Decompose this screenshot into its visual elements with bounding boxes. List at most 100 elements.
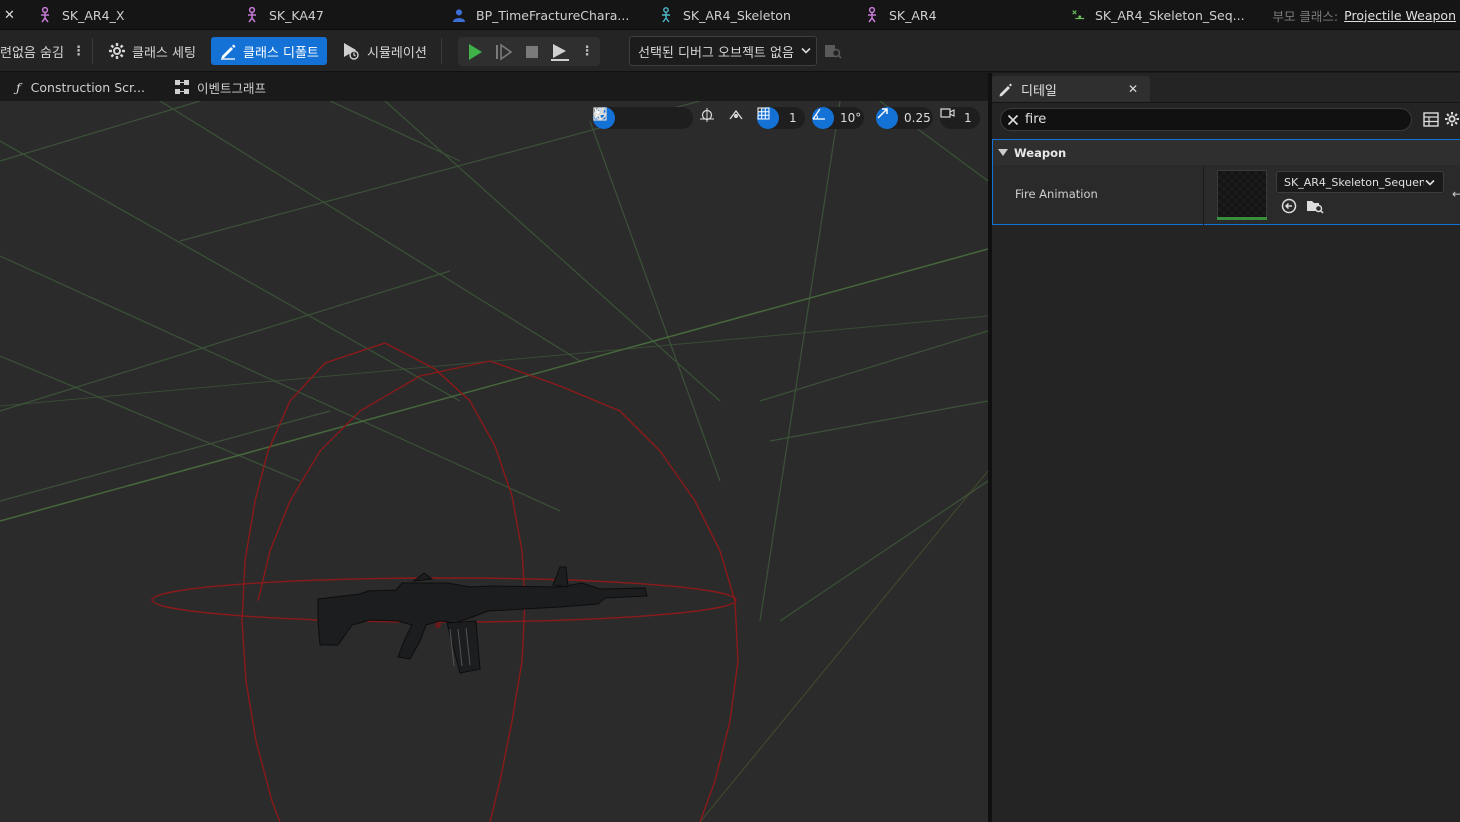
tab-sk-ar4-skeleton[interactable]: SK_AR4_Skeleton xyxy=(659,0,839,30)
eject-icon[interactable] xyxy=(546,37,574,66)
simulation-button[interactable]: 시뮬레이션 xyxy=(341,37,427,65)
editor-tab-strip: ƒ Construction Scr... 이벤트그래프 xyxy=(0,73,988,101)
debug-object-value: 선택된 디버그 오브젝트 없음 xyxy=(638,45,794,61)
settings-gear-icon[interactable] xyxy=(1444,111,1460,131)
collapse-arrow-icon xyxy=(998,148,1008,157)
play-icon[interactable] xyxy=(461,37,489,66)
camera-speed-control[interactable]: 1 xyxy=(940,107,980,129)
chevron-down-icon xyxy=(801,47,811,55)
edit-pencil-icon xyxy=(219,42,237,60)
gear-icon xyxy=(108,42,126,60)
close-icon[interactable]: ✕ xyxy=(1128,82,1138,96)
parent-class-label: 부모 클래스: xyxy=(1272,8,1339,24)
toolbar-divider xyxy=(92,38,93,64)
table-view-icon[interactable] xyxy=(1423,112,1439,131)
play-controls: ⋮ xyxy=(458,37,600,66)
tab-sk-ka47[interactable]: SK_KA47 xyxy=(245,0,425,30)
grid-snap-icon xyxy=(757,107,779,129)
tab-label: Construction Scr... xyxy=(30,79,145,95)
asset-picker-value: SK_AR4_Skeleton_Sequence xyxy=(1284,175,1424,189)
anim-sequence-icon xyxy=(1071,7,1085,23)
character-blueprint-icon xyxy=(452,7,466,23)
details-tab-label: 디테일 xyxy=(1021,83,1057,99)
toolbar-divider xyxy=(441,38,442,64)
chevron-down-icon xyxy=(1425,179,1435,187)
grid-snap-value: 1 xyxy=(789,111,797,125)
class-defaults-label: 클래스 디폴트 xyxy=(243,45,319,61)
step-icon[interactable] xyxy=(490,37,518,66)
property-row-fire-animation: Fire Animation SK_AR4_Skeleton_Sequence … xyxy=(992,165,1460,225)
scale-snap-value: 0.25 xyxy=(904,111,931,125)
simulation-icon xyxy=(341,41,361,61)
camera-icon xyxy=(940,107,962,129)
skeletal-mesh-icon xyxy=(38,7,52,23)
main-toolbar: 련없음 숨김 ⋮ 클래스 세팅 클래스 디폴트 시뮬레이션 ⋮ 선택된 디버그 … xyxy=(0,30,1460,72)
use-selected-asset-icon[interactable] xyxy=(1281,198,1297,218)
browse-asset-icon[interactable] xyxy=(1306,198,1324,218)
tab-label: SK_KA47 xyxy=(269,7,324,23)
tab-label: 이벤트그래프 xyxy=(197,80,267,96)
more-options-icon[interactable]: ⋮ xyxy=(72,44,85,59)
surface-snap-toggle[interactable] xyxy=(728,107,750,129)
tab-details[interactable]: 디테일 ✕ xyxy=(992,76,1150,102)
scale-icon[interactable] xyxy=(593,107,681,129)
category-header-weapon[interactable]: Weapon xyxy=(992,139,1460,165)
asset-type-color-bar xyxy=(1217,217,1267,220)
close-tab-icon[interactable]: ✕ xyxy=(4,0,18,30)
move-icon[interactable] xyxy=(593,107,637,129)
tab-sk-ar4-skeleton-sequence[interactable]: SK_AR4_Skeleton_Seq... xyxy=(1071,0,1251,30)
reset-arrow-icon[interactable]: ← xyxy=(1452,187,1460,201)
property-name: Fire Animation xyxy=(1015,187,1098,201)
event-graph-icon xyxy=(175,80,189,94)
document-tab-bar: ✕ SK_AR4_X SK_KA47 BP_TimeFractureChara.… xyxy=(0,0,1460,30)
hide-unrelated-button[interactable]: 련없음 숨김 ⋮ xyxy=(0,37,85,65)
viewport-scene xyxy=(0,101,988,822)
hide-unrelated-label: 련없음 숨김 xyxy=(0,45,64,61)
clear-search-icon[interactable] xyxy=(1007,114,1019,126)
search-input[interactable] xyxy=(1025,112,1395,127)
category-label: Weapon xyxy=(1014,145,1067,160)
class-settings-label: 클래스 세팅 xyxy=(132,45,196,61)
camera-speed-value: 1 xyxy=(964,111,972,125)
tab-event-graph[interactable]: 이벤트그래프 xyxy=(175,73,266,101)
asset-picker-combo[interactable]: SK_AR4_Skeleton_Sequence xyxy=(1276,171,1444,193)
class-settings-button[interactable]: 클래스 세팅 xyxy=(108,37,196,65)
tab-label: BP_TimeFractureChara... xyxy=(476,7,630,23)
tab-sk-ar4[interactable]: SK_AR4 xyxy=(865,0,1045,30)
tab-label: SK_AR4_Skeleton xyxy=(683,7,791,23)
tab-underline xyxy=(992,102,1460,103)
world-local-toggle[interactable] xyxy=(699,107,721,129)
skeleton-icon xyxy=(659,7,673,23)
details-panel: 디테일 ✕ Weapon Fire Animation SK_AR4_Skele… xyxy=(992,73,1460,822)
tab-sk-ar4-x[interactable]: SK_AR4_X xyxy=(38,0,218,30)
parent-class: 부모 클래스: Projectile Weapon xyxy=(1272,0,1456,30)
surface-snapping-icon xyxy=(728,107,750,129)
debug-filter-icon[interactable] xyxy=(824,37,842,65)
skeletal-mesh-icon xyxy=(245,7,259,23)
scale-snap-control[interactable]: 0.25 xyxy=(876,107,933,129)
details-pencil-icon xyxy=(998,82,1013,97)
transform-tools xyxy=(593,107,693,129)
play-options-icon[interactable]: ⋮ xyxy=(574,37,600,66)
coordinate-space-icon xyxy=(699,107,721,129)
class-defaults-button[interactable]: 클래스 디폴트 xyxy=(211,37,327,65)
scale-snap-icon xyxy=(876,107,898,129)
rotation-snap-value: 10° xyxy=(840,111,862,125)
rotation-snap-control[interactable]: 10° xyxy=(812,107,864,129)
rotation-snap-icon xyxy=(812,107,834,129)
skeletal-mesh-icon xyxy=(865,7,879,23)
tab-bp-timefracture-character[interactable]: BP_TimeFractureChara... xyxy=(452,0,632,30)
tab-construction-script[interactable]: ƒ Construction Scr... xyxy=(16,73,145,101)
simulation-label: 시뮬레이션 xyxy=(367,45,427,61)
property-column-divider[interactable] xyxy=(1203,165,1204,225)
grid-snap-control[interactable]: 1 xyxy=(757,107,805,129)
rotate-icon[interactable] xyxy=(594,107,659,129)
debug-object-select[interactable]: 선택된 디버그 오브젝트 없음 xyxy=(629,36,817,66)
function-icon: ƒ xyxy=(16,79,21,95)
viewport[interactable]: 1 10° 0.25 1 xyxy=(0,101,988,822)
parent-class-link[interactable]: Projectile Weapon xyxy=(1344,8,1456,23)
asset-thumbnail[interactable] xyxy=(1217,170,1267,220)
tab-label: SK_AR4 xyxy=(889,7,937,23)
stop-icon[interactable] xyxy=(518,37,546,66)
details-search-box[interactable] xyxy=(1000,108,1412,131)
